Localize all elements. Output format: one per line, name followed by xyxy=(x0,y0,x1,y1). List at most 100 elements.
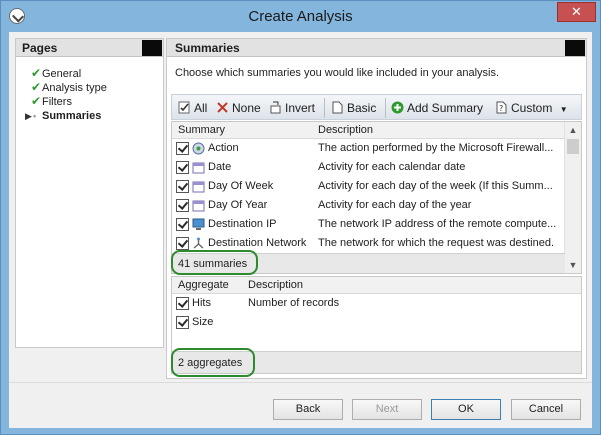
basic-label: Basic xyxy=(347,101,377,115)
nav-item-filters[interactable]: ✔ Filters xyxy=(16,94,163,109)
ok-button[interactable]: OK xyxy=(431,399,501,420)
summary-description: The network IP address of the remote com… xyxy=(318,218,557,230)
chevron-down-icon: ▼ xyxy=(559,105,568,114)
column-header-description[interactable]: Description xyxy=(318,122,373,139)
summary-checkbox[interactable] xyxy=(176,218,189,231)
summaries-scrollbar[interactable]: ▲ ▼ xyxy=(564,122,581,273)
custom-label: Custom xyxy=(511,101,553,115)
scroll-thumb[interactable] xyxy=(567,139,579,154)
pages-panel: Pages ✔ General ✔ Analysis type ✔ Filter… xyxy=(15,38,164,348)
summary-name: Day Of Year xyxy=(208,199,268,211)
network-icon xyxy=(193,237,204,249)
summary-description: The action performed by the Microsoft Fi… xyxy=(318,142,554,154)
summaries-grid-header: Summary Description xyxy=(172,122,581,139)
summary-name: Destination IP xyxy=(208,218,277,230)
aggregate-row-hits[interactable]: Hits Number of records xyxy=(172,294,581,313)
cancel-button[interactable]: Cancel xyxy=(511,399,581,420)
add-icon xyxy=(391,101,404,114)
basic-button[interactable]: Basic xyxy=(331,99,376,117)
nav-item-general[interactable]: ✔ General xyxy=(16,66,163,81)
select-none-label: None xyxy=(232,101,261,115)
column-header-aggregate[interactable]: Aggregate xyxy=(178,277,229,294)
calendar-icon xyxy=(192,181,205,193)
add-summary-button[interactable]: Add Summary xyxy=(391,99,483,117)
nav-item-summaries[interactable]: ▶ • Summaries xyxy=(16,109,163,123)
summary-description: Activity for each day of the year xyxy=(318,199,472,211)
window-title: Create Analysis xyxy=(248,8,353,25)
summary-name: Action xyxy=(208,142,239,154)
invert-label: Invert xyxy=(285,101,316,115)
title-bar: Create Analysis ✕ xyxy=(1,1,600,33)
next-button[interactable]: Next xyxy=(352,399,422,420)
nav-item-label: General xyxy=(42,68,82,80)
summary-checkbox[interactable] xyxy=(176,199,189,212)
page-icon xyxy=(332,101,343,114)
pages-header-label: Pages xyxy=(22,41,58,55)
summary-description: The network for which the request was de… xyxy=(318,237,555,249)
nav-item-label: Analysis type xyxy=(42,82,107,94)
column-header-summary[interactable]: Summary xyxy=(178,122,225,139)
calendar-icon xyxy=(192,200,205,212)
bullet-icon: • xyxy=(33,111,37,121)
nav-item-analysis-type[interactable]: ✔ Analysis type xyxy=(16,80,163,95)
summaries-count-highlight xyxy=(171,250,258,275)
summary-checkbox[interactable] xyxy=(176,161,189,174)
back-button[interactable]: Back xyxy=(273,399,343,420)
summary-description: Activity for each calendar date xyxy=(318,161,466,173)
calendar-icon xyxy=(192,162,205,174)
aggregates-grid-header: Aggregate Description xyxy=(172,277,581,294)
svg-text:?: ? xyxy=(499,104,503,113)
action-icon xyxy=(192,142,205,155)
scroll-up-icon[interactable]: ▲ xyxy=(565,122,581,138)
add-summary-label: Add Summary xyxy=(407,101,484,115)
summary-row-day-of-week[interactable]: Day Of Week Activity for each day of the… xyxy=(172,177,581,196)
aggregate-checkbox[interactable] xyxy=(176,316,189,329)
scroll-down-icon[interactable]: ▼ xyxy=(565,257,581,273)
select-none-button[interactable]: None xyxy=(216,99,261,117)
close-button[interactable]: ✕ xyxy=(557,2,596,22)
summaries-panel: Summaries Choose which summaries you wou… xyxy=(166,38,587,379)
create-analysis-window: Create Analysis ✕ Pages ✔ General ✔ Anal… xyxy=(0,0,601,435)
summary-name: Date xyxy=(208,161,232,173)
aggregate-name: Size xyxy=(192,316,214,328)
current-page-arrow-icon: ▶ xyxy=(25,111,32,121)
check-icon: ✔ xyxy=(31,66,42,80)
invert-icon xyxy=(270,101,281,114)
header-dark-block xyxy=(142,40,162,56)
summary-description: Activity for each day of the week (If th… xyxy=(318,180,553,192)
aggregate-checkbox[interactable] xyxy=(176,297,189,310)
aggregate-row-size[interactable]: Size xyxy=(172,313,581,332)
computer-icon xyxy=(192,218,205,230)
pages-header: Pages xyxy=(16,39,163,57)
summary-checkbox[interactable] xyxy=(176,237,189,250)
summaries-toolbar: All None Invert Basic Add Summary ? Custo… xyxy=(171,94,582,120)
dialog-button-bar: Back Next OK Cancel xyxy=(9,382,592,428)
aggregate-name: Hits xyxy=(192,297,211,309)
select-all-label: All xyxy=(194,101,208,115)
summaries-intro-text: Choose which summaries you would like in… xyxy=(175,67,500,79)
invert-button[interactable]: Invert xyxy=(269,99,315,117)
summary-checkbox[interactable] xyxy=(176,142,189,155)
header-dark-block xyxy=(565,40,585,56)
check-icon: ✔ xyxy=(31,94,42,108)
summaries-header-label: Summaries xyxy=(175,41,240,55)
toolbar-separator xyxy=(385,98,386,118)
aggregate-description: Number of records xyxy=(248,297,340,309)
custom-dropdown[interactable]: ? Custom ▼ xyxy=(495,99,568,117)
dialog-client-area: Pages ✔ General ✔ Analysis type ✔ Filter… xyxy=(9,32,592,428)
uncheck-icon xyxy=(217,102,228,113)
summary-row-day-of-year[interactable]: Day Of Year Activity for each day of the… xyxy=(172,196,581,215)
toolbar-separator xyxy=(324,98,325,118)
summary-checkbox[interactable] xyxy=(176,180,189,193)
summaries-header: Summaries xyxy=(167,39,586,57)
column-header-description[interactable]: Description xyxy=(248,277,303,294)
summary-row-action[interactable]: Action The action performed by the Micro… xyxy=(172,139,581,158)
select-all-button[interactable]: All xyxy=(178,99,207,117)
summary-name: Day Of Week xyxy=(208,180,274,192)
nav-item-label: Filters xyxy=(42,96,72,108)
summary-row-destination-ip[interactable]: Destination IP The network IP address of… xyxy=(172,215,581,234)
check-icon: ✔ xyxy=(31,80,42,94)
pages-nav-list: ✔ General ✔ Analysis type ✔ Filters ▶ • … xyxy=(16,57,163,123)
nav-item-label: Summaries xyxy=(42,110,102,122)
summary-row-date[interactable]: Date Activity for each calendar date xyxy=(172,158,581,177)
